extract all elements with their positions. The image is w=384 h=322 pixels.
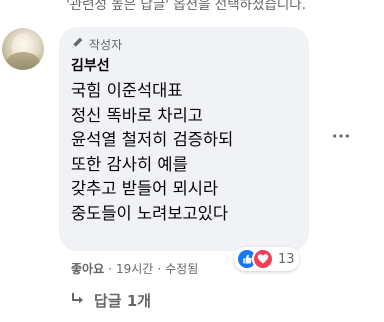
comment-actions: 좋아요 · 19시간 · 수정됨 <box>71 260 198 277</box>
relevance-notice: '관련성 높은 답글' 옵션을 선택하셨습니다. <box>66 0 307 13</box>
separator-dot: · <box>157 261 162 276</box>
like-link[interactable]: 좋아요 <box>71 260 104 277</box>
replies-label: 답글 1개 <box>94 292 152 310</box>
edited-label[interactable]: 수정됨 <box>165 260 198 277</box>
reaction-count: 13 <box>278 251 295 267</box>
comment-bubble: 작성자 김부선 국힘 이준석대표 정신 똑바로 차리고 윤석열 철저히 검증하되… <box>59 27 309 251</box>
comment-line: 윤석열 철저히 검증하되 <box>71 130 234 149</box>
avatar[interactable] <box>2 28 44 70</box>
comment-line: 갖추고 받들어 뫼시라 <box>71 179 219 198</box>
comment-line: 정신 똑바로 차리고 <box>71 105 203 125</box>
author-badge-label: 작성자 <box>89 37 123 52</box>
pencil-icon <box>71 36 84 52</box>
reply-arrow-icon <box>70 291 86 311</box>
author-name[interactable]: 김부선 <box>71 57 297 75</box>
comment-line: 국힘 이준석대표 <box>71 81 183 100</box>
comment-line: 또한 감사히 예를 <box>71 154 188 174</box>
comment-text: 국힘 이준석대표 정신 똑바로 차리고 윤석열 철저히 검증하되 또한 감사히 … <box>71 79 297 226</box>
view-replies-link[interactable]: 답글 1개 <box>70 290 151 311</box>
more-horizontal-icon[interactable] <box>330 126 352 146</box>
comment-line: 중도들이 노려보고있다 <box>71 203 229 223</box>
reactions-summary[interactable]: 13 <box>234 247 299 271</box>
timestamp[interactable]: 19시간 <box>116 260 153 277</box>
separator-dot: · <box>108 261 112 276</box>
love-icon <box>252 248 274 270</box>
author-badge: 작성자 <box>71 36 297 52</box>
